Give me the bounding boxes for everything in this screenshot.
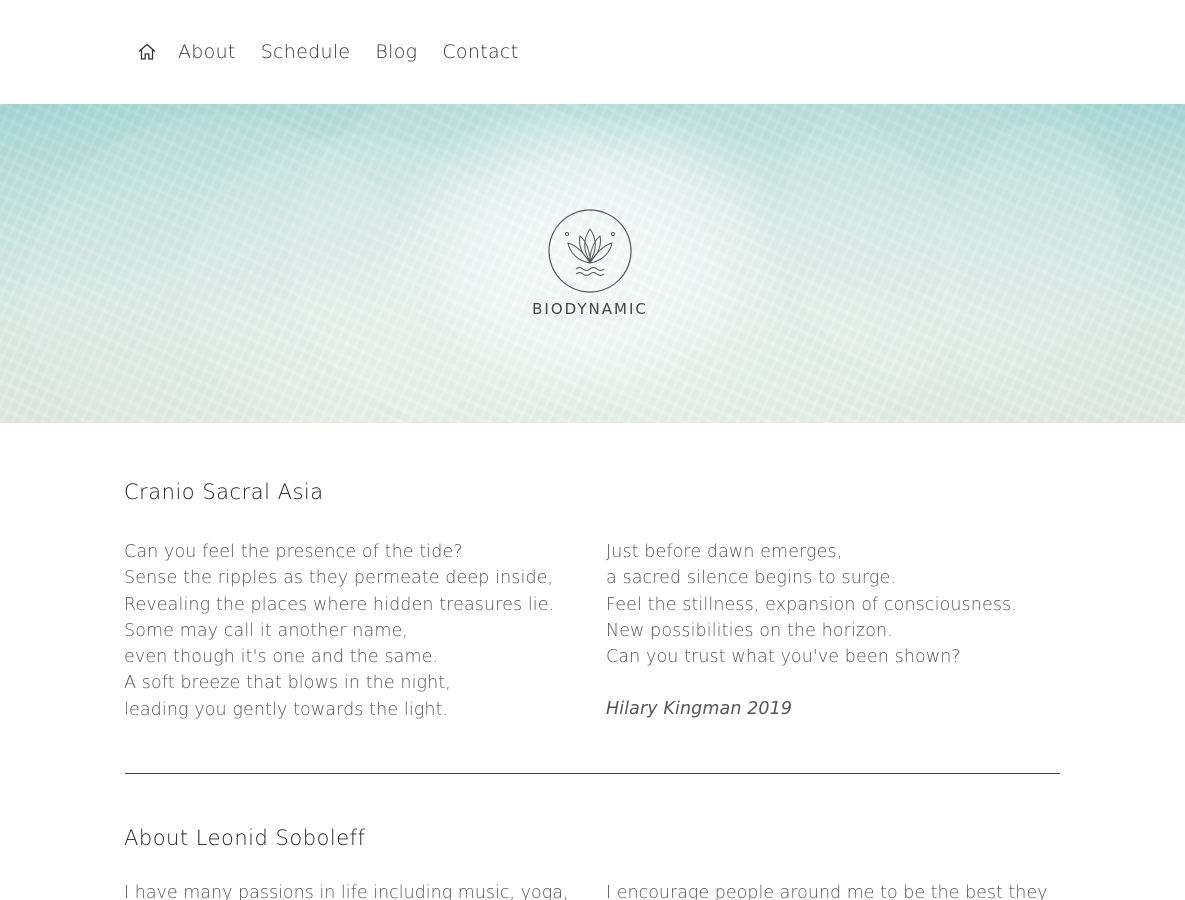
logo-text: BIODYNAMIC: [532, 300, 648, 318]
nav-links: About Schedule Blog Contact: [178, 38, 543, 66]
section-title-cranio: Cranio Sacral Asia: [124, 480, 324, 504]
poem-right-column: Just before dawn emerges, a sacred silen…: [606, 539, 1017, 723]
nav-link-contact[interactable]: Contact: [442, 38, 518, 66]
top-navigation: About Schedule Blog Contact: [0, 0, 1185, 104]
poem-signature: Hilary Kingman 2019: [606, 699, 793, 720]
about-text-right: I encourage people around me to be the b…: [606, 883, 1048, 900]
hero-banner: BIODYNAMIC: [0, 104, 1185, 423]
about-text-left: I have many passions in life including m…: [124, 883, 569, 900]
poem-line: even though it's one and the same.: [124, 647, 439, 668]
section-title-about: About Leonid Soboleff: [124, 826, 366, 850]
poem-line: a sacred silence begins to surge.: [606, 568, 897, 589]
poem-line: New possibilities on the horizon.: [606, 620, 893, 641]
lotus-icon: [548, 209, 632, 293]
nav-link-blog[interactable]: Blog: [375, 38, 417, 66]
poem-line: Can you feel the presence of the tide?: [124, 542, 463, 562]
poem-line: A soft breeze that blows in the night,: [124, 673, 451, 694]
poem-line: Some may call it another name,: [124, 620, 408, 641]
poem-line: Sense the ripples as they permeate deep …: [124, 568, 554, 589]
poem-line: Feel the stillness, expansion of conscio…: [606, 594, 1017, 615]
poem-left-column: Can you feel the presence of the tide? S…: [124, 539, 554, 723]
section-divider: [125, 773, 1060, 774]
home-icon[interactable]: [137, 42, 157, 62]
nav-link-schedule[interactable]: Schedule: [261, 38, 351, 66]
poem-line: Revealing the places where hidden treasu…: [124, 594, 555, 615]
nav-link-about[interactable]: About: [178, 38, 236, 66]
poem-line: leading you gently towards the light.: [124, 699, 449, 720]
poem-line: Can you trust what you've been shown?: [606, 647, 961, 668]
poem-line: Just before dawn emerges,: [606, 542, 843, 562]
hero-ripple: [940, 124, 1130, 414]
